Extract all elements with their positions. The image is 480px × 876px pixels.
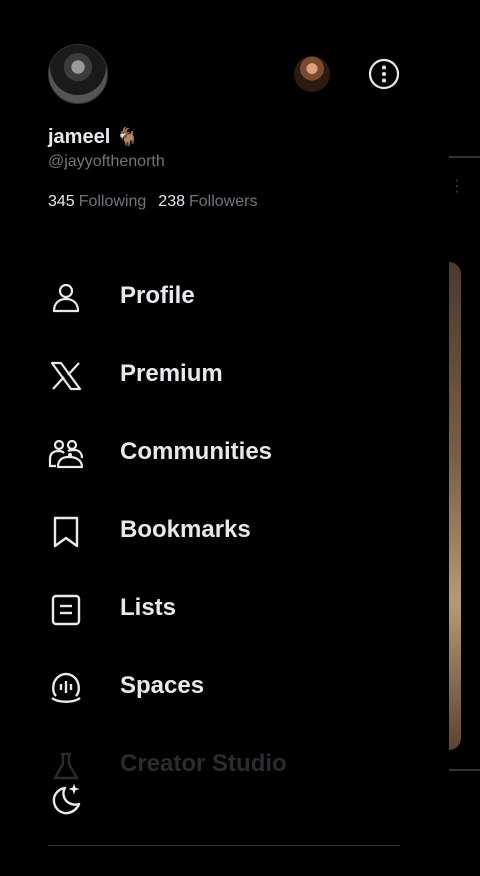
following-count: 345 [48, 193, 75, 210]
theme-toggle-button[interactable] [48, 782, 84, 818]
divider [449, 156, 480, 158]
goat-emoji: 🐐 [116, 127, 139, 147]
menu-item-label: Bookmarks [120, 516, 251, 543]
menu-item-label: Creator Studio [120, 750, 287, 777]
switch-account-avatar[interactable] [294, 56, 330, 92]
followers-count: 238 [158, 193, 185, 210]
display-name[interactable]: jameel 🐐 [48, 126, 139, 149]
flask-icon [48, 748, 84, 784]
following-link[interactable]: 345 Following [48, 193, 158, 210]
user-handle: @jayyofthenorth [48, 153, 165, 170]
divider [48, 845, 400, 846]
bookmark-icon [48, 514, 84, 550]
followers-label: Followers [189, 193, 258, 210]
more-options-button[interactable] [367, 57, 401, 91]
divider [449, 769, 480, 771]
follow-stats: 345 Following 238 Followers [48, 193, 269, 211]
side-drawer: jameel 🐐 @jayyofthenorth 345 Following 238 F… [0, 0, 449, 876]
person-icon [48, 280, 84, 316]
following-label: Following [78, 193, 147, 210]
menu-item-profile[interactable]: Profile [0, 258, 449, 336]
menu-item-label: Premium [120, 360, 223, 387]
media-card-edge [449, 262, 461, 750]
menu-item-lists[interactable]: Lists [0, 570, 449, 648]
list-icon [48, 592, 84, 628]
menu-item-label: Lists [120, 594, 177, 621]
display-name-text: jameel [48, 126, 111, 148]
menu-item-communities[interactable]: Communities [0, 414, 449, 492]
followers-link[interactable]: 238 Followers [158, 193, 269, 210]
more-dots-icon: ⋮ [449, 178, 465, 195]
menu-item-label: Communities [120, 438, 273, 465]
background-timeline-peek: ⋮ [449, 0, 480, 876]
menu-item-premium[interactable]: Premium [0, 336, 449, 414]
x-logo-icon [48, 358, 84, 394]
menu-item-label: Profile [120, 282, 195, 309]
communities-icon [48, 436, 84, 472]
menu-item-label: Spaces [120, 672, 205, 699]
moon-sparkle-icon [52, 783, 81, 815]
menu-item-spaces[interactable]: Spaces [0, 648, 449, 726]
spaces-icon [48, 670, 84, 706]
more-circle-icon [368, 58, 400, 90]
avatar[interactable] [48, 44, 108, 104]
drawer-menu: Profile Premium Communities Bookmarks Li… [0, 258, 449, 804]
menu-item-bookmarks[interactable]: Bookmarks [0, 492, 449, 570]
